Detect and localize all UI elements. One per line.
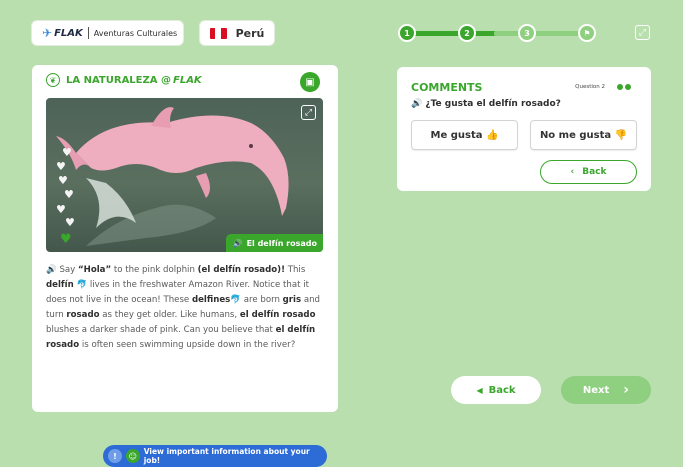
flag-icon[interactable]: ⚑ [578,24,596,42]
arrow-left-icon: ◀ [476,385,483,395]
country-name: Perú [235,26,265,40]
info-button-label: View important information about your jo… [143,447,310,465]
story-text: 🔊 Say “Hola” to the pink dolphin (el del… [46,263,326,353]
heart-icon[interactable]: ♥ [64,188,74,201]
story-text-run: 🐬 are born [230,295,283,305]
speaker-icon[interactable]: 🔊 [411,99,422,109]
progress-stepper: 1 2 3 ⚑ [397,22,602,44]
story-emphasis: delfines [191,295,231,305]
question-back-button[interactable]: ‹ Back [540,160,637,184]
heart-icon[interactable]: ♥ [60,232,72,247]
speaker-icon[interactable]: 🔊 [46,265,57,275]
card-title-logo: FLAK [172,74,202,86]
alert-icon: ! [108,449,122,463]
story-text-run: to the pink dolphin [111,265,198,275]
airplane-icon: ✈ [42,26,53,40]
question-prompt-text: ¿Te gusta el delfín rosado? [425,99,561,109]
story-text-run: This [285,265,306,275]
question-dots [615,84,631,90]
step-1[interactable]: 1 [398,24,416,42]
card-header: ❦ LA NATURALEZA @ FLAK [46,73,202,87]
back-button[interactable]: ◀ Back [451,376,541,404]
story-emphasis: (el delfín rosado)! [197,265,285,275]
story-emphasis: “Hola” [77,265,112,275]
heart-icon[interactable]: ♥ [65,216,75,229]
next-button-label: Next [582,384,610,396]
info-button[interactable]: ! ☺ View important information about you… [103,445,327,467]
chevron-right-icon: › [623,382,630,398]
leaf-icon: ❦ [46,73,60,87]
card-title: LA NATURALEZA @ [66,74,171,86]
step-3[interactable]: 3 [518,24,536,42]
character-icon: ☺ [125,449,140,463]
story-emphasis: delfín [46,280,74,290]
brand-badge: ✈ FLAK Aventuras Culturales [31,20,184,46]
back-button-label: Back [488,384,516,396]
story-text-run: blushes a darker shade of pink. Can you … [46,325,276,335]
briefcase-icon[interactable]: ▣ [300,72,320,92]
story-text-run: as they get older. Like humans, [99,310,240,320]
answer-dislike-button[interactable]: No me gusta 👎 [530,120,637,150]
fullscreen-icon[interactable]: ⤢ [635,25,650,40]
expand-icon[interactable]: ⤢ [301,105,316,120]
question-dot [617,84,623,90]
story-body: Say “Hola” to the pink dolphin (el delfí… [46,265,320,350]
progress-track-done [407,31,504,36]
next-button[interactable]: Next › [561,376,651,404]
answer-like-button[interactable]: Me gusta 👍 [411,120,518,150]
comments-card: COMMENTS Question 2 🔊 ¿Te gusta el delfí… [397,67,651,191]
country-selector[interactable]: Perú [199,20,275,46]
question-back-label: Back [582,167,607,177]
story-emphasis: el delfín rosado [239,310,316,320]
brand-logo: FLAK [54,27,83,39]
like-hearts[interactable]: ♥ ♥ ♥ ♥ ♥ ♥ ♥ [56,146,78,247]
pink-dolphin-photo: ♥ ♥ ♥ ♥ ♥ ♥ ♥ ⤢ 🔊 El delfín rosado [46,98,323,252]
story-text-run: is often seen swimming upside down in th… [79,340,296,350]
heart-icon[interactable]: ♥ [56,203,66,216]
nature-card: ❦ LA NATURALEZA @ FLAK ▣ ♥ ♥ ♥ ♥ ♥ ♥ ♥ ⤢… [32,65,338,467]
peru-flag-icon [209,27,227,39]
question-number: Question 2 [575,84,605,90]
divider [87,27,89,39]
question-dot [625,84,631,90]
comments-title: COMMENTS [411,81,483,94]
question-prompt: 🔊 ¿Te gusta el delfín rosado? [411,99,561,109]
photo-caption-text: El delfín rosado [246,238,317,248]
story-emphasis: gris [282,295,302,305]
heart-icon[interactable]: ♥ [58,174,68,187]
story-text-run: Say [59,265,78,275]
speaker-icon[interactable]: 🔊 [233,239,243,248]
brand-subtitle: Aventuras Culturales [93,28,178,38]
heart-icon[interactable]: ♥ [62,146,72,159]
step-2[interactable]: 2 [458,24,476,42]
flag-stripe [220,27,227,39]
story-emphasis: rosado [66,310,100,320]
chevron-left-icon: ‹ [570,167,575,177]
heart-icon[interactable]: ♥ [56,160,66,173]
photo-caption[interactable]: 🔊 El delfín rosado [225,234,323,252]
dolphin-illustration [56,107,289,246]
